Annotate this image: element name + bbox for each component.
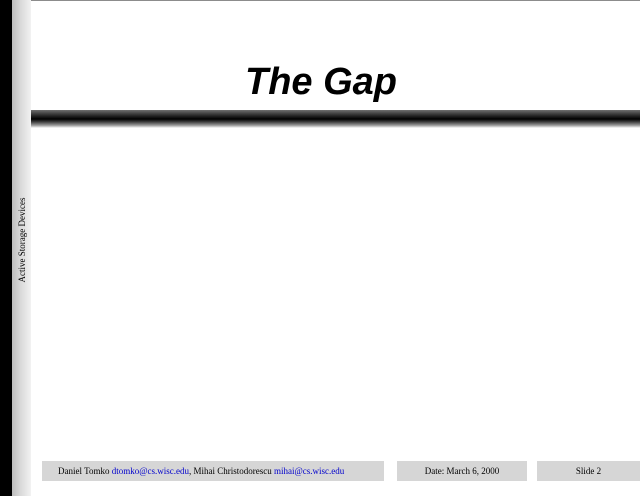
slide-title: The Gap — [244, 61, 398, 103]
left-edge-bar — [0, 0, 12, 496]
title-underline-bar — [31, 110, 640, 128]
footer-slide-number: Slide 2 — [537, 461, 640, 481]
slide: Active Storage Devices The Gap Daniel To… — [0, 0, 640, 496]
author-separator: , Mihai Christodorescu — [188, 466, 274, 476]
top-rule — [31, 0, 640, 1]
side-label: Active Storage Devices — [17, 197, 27, 283]
footer-date: Date: March 6, 2000 — [397, 461, 527, 481]
footer-authors: Daniel Tomko dtomko@cs.wisc.edu, Mihai C… — [42, 461, 384, 481]
author1-name: Daniel Tomko — [58, 466, 112, 476]
author2-email-link[interactable]: mihai@cs.wisc.edu — [274, 466, 344, 476]
author1-email-link[interactable]: dtomko@cs.wisc.edu — [112, 466, 189, 476]
